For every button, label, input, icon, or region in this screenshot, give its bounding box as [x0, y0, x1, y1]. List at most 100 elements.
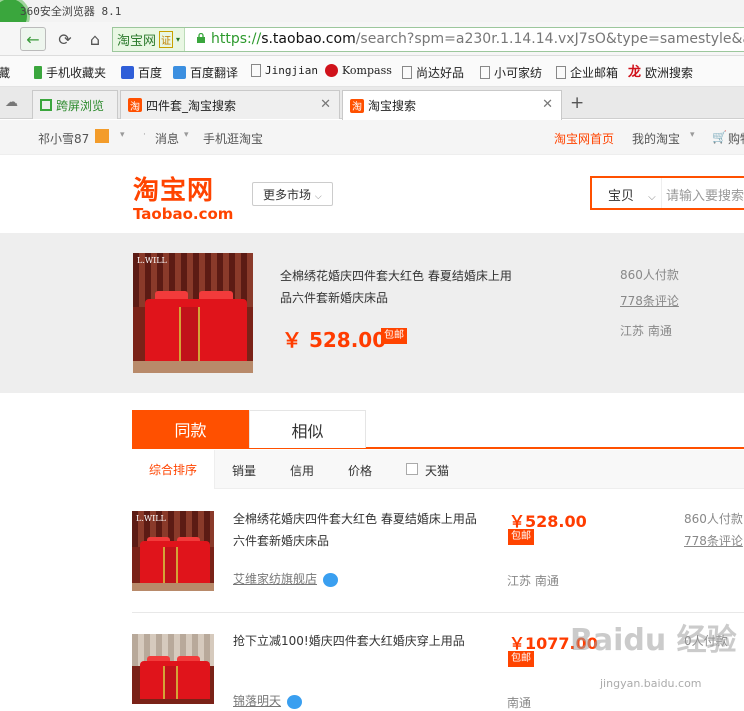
banner-product-title[interactable]: 全棉绣花婚庆四件套大红色 春夏结婚床上用品六件套新婚庆床品 — [280, 265, 520, 309]
reviews-link[interactable]: 778条评论 — [684, 532, 743, 549]
cart-link[interactable]: 购物 — [728, 130, 744, 147]
tab-label: 跨屏浏览 — [56, 98, 105, 113]
bookmark-euro-search[interactable]: 龙欧洲搜索 — [628, 64, 693, 81]
tab-four-piece-search[interactable]: 淘 四件套_淘宝搜索 ✕ — [120, 90, 340, 119]
tab-similar[interactable]: 相似 — [249, 410, 366, 448]
tab-same-style[interactable]: 同款 — [132, 410, 249, 448]
new-tab-button[interactable]: + — [570, 93, 584, 113]
bookmark-label: 百度翻译 — [190, 66, 239, 80]
arrow-left-icon: ← — [26, 29, 40, 49]
wangwang-chat-icon[interactable] — [323, 572, 339, 587]
bookmark-label: 手机收藏夹 — [46, 66, 107, 80]
sales-count: 860人付款 — [684, 512, 743, 526]
bookmark-kompass[interactable]: Kompass — [325, 64, 392, 77]
bookmark-jingjian[interactable]: Jingjian — [251, 64, 318, 77]
close-icon[interactable]: ✕ — [320, 97, 331, 112]
my-taobao-link[interactable]: 我的淘宝 — [632, 130, 680, 147]
bookmark-label: Jingjian — [265, 64, 318, 77]
back-button[interactable]: ← — [20, 27, 46, 51]
search-category-label: 宝贝 — [608, 189, 635, 204]
sort-credit-button[interactable]: 信用 — [290, 462, 314, 479]
wangwang-chat-icon[interactable] — [287, 694, 303, 709]
user-name-link[interactable]: 祁小雪87 — [38, 130, 89, 147]
image-floor — [132, 583, 214, 591]
cart-icon: 🛒 — [712, 130, 727, 144]
home-icon: ⌂ — [89, 29, 101, 49]
result-tabs: 同款 相似 — [132, 410, 744, 449]
tab-label: 淘宝搜索 — [368, 99, 417, 113]
bookmark-baidu[interactable]: 百度 — [121, 64, 162, 81]
dot-icon: · — [143, 130, 146, 140]
plus-icon: + — [570, 93, 585, 113]
chevron-down-icon: ▾ — [184, 130, 189, 140]
page-icon — [402, 66, 412, 79]
taobao-icon: 淘 — [128, 98, 142, 113]
messages-link[interactable]: 消息 — [155, 130, 179, 147]
sort-price-button[interactable]: 价格 — [348, 462, 372, 479]
bookmark-favorites[interactable]: 藏 — [0, 64, 10, 81]
more-markets-dropdown[interactable]: 更多市场 ⌵ — [252, 182, 333, 206]
url-input[interactable]: 淘宝网 证 ▾ https://s.taobao.com/search?spm=… — [112, 27, 744, 52]
site-identity-badge[interactable]: 淘宝网 证 ▾ — [113, 28, 186, 51]
bookmark-label: 欧洲搜索 — [645, 66, 694, 80]
tab-taobao-search[interactable]: 淘 淘宝搜索 ✕ — [342, 90, 562, 120]
item-location: 江苏 南通 — [507, 574, 559, 588]
refresh-button[interactable]: ⟳ — [52, 27, 78, 51]
image-stripe — [178, 307, 201, 365]
cloud-icon[interactable]: ☁ — [5, 95, 18, 110]
banner-reviews-link[interactable]: 778条评论 — [620, 292, 679, 309]
bookmark-label: 百度 — [138, 66, 163, 80]
row-divider — [132, 612, 744, 613]
bookmark-shangda[interactable]: 尚达好品 — [402, 64, 464, 81]
bookmarks-bar: 藏 手机收藏夹 百度 百度翻译 Jingjian Kompass 尚达好品 小可… — [0, 56, 744, 87]
shop-link[interactable]: 锦落明天 — [233, 692, 303, 709]
bookmark-xiaoke[interactable]: 小可家纺 — [480, 64, 542, 81]
item-location: 南通 — [507, 696, 532, 710]
refresh-icon: ⟳ — [58, 29, 72, 49]
product-image[interactable]: L.WILL — [132, 511, 214, 591]
home-button[interactable]: ⌂ — [82, 27, 108, 51]
bookmark-mobile-favorites[interactable]: 手机收藏夹 — [34, 64, 106, 81]
bookmark-enterprise-mail[interactable]: 企业邮箱 — [556, 64, 618, 81]
kompass-icon — [325, 64, 338, 77]
search-box: 宝贝 ⌵ 请输入要搜索 — [590, 176, 744, 210]
page-icon — [480, 66, 490, 79]
search-category-select[interactable]: 宝贝 ⌵ — [592, 178, 662, 208]
sort-default-button[interactable]: 综合排序 — [132, 450, 215, 489]
mobile-taobao-link[interactable]: 手机逛淘宝 — [203, 130, 263, 147]
chevron-down-icon: ⌵ — [648, 192, 656, 203]
browser-title-bar: 360安全浏览器 8.1 — [0, 0, 744, 36]
search-input[interactable]: 请输入要搜索 — [666, 185, 744, 204]
banner-location: 江苏 南通 — [620, 324, 672, 338]
bookmark-label: 藏 — [0, 66, 11, 80]
product-title[interactable]: 抢下立减100!婚庆四件套大红婚庆穿上用品 — [233, 630, 483, 652]
sort-sales-button[interactable]: 销量 — [232, 462, 256, 479]
taobao-home-link[interactable]: 淘宝网首页 — [554, 130, 614, 147]
bookmark-label: 小可家纺 — [494, 66, 543, 80]
cross-screen-icon — [40, 99, 52, 111]
product-banner — [0, 233, 744, 393]
list-item: L.WILL 全棉绣花婚庆四件套大红色 春夏结婚床上用品六件套新婚庆床品 ￥52… — [132, 508, 744, 598]
free-shipping-badge: 包邮 — [381, 328, 407, 344]
taobao-icon: 淘 — [350, 98, 364, 113]
product-title[interactable]: 全棉绣花婚庆四件套大红色 春夏结婚床上用品六件套新婚庆床品 — [233, 508, 483, 552]
close-icon[interactable]: ✕ — [542, 97, 553, 112]
page-icon — [556, 66, 566, 79]
free-shipping-badge: 包邮 — [508, 529, 534, 545]
product-image[interactable] — [132, 634, 214, 704]
tab-cross-screen[interactable]: 跨屏浏览 — [32, 90, 118, 119]
chevron-down-icon: ▾ — [690, 130, 695, 140]
url-scheme: https:// — [211, 31, 262, 47]
shop-link[interactable]: 艾维家纺旗舰店 — [233, 570, 339, 587]
certificate-icon: 证 — [159, 31, 174, 48]
shop-name: 艾维家纺旗舰店 — [233, 572, 318, 586]
tmall-checkbox[interactable] — [406, 463, 418, 475]
taobao-logo[interactable]: 淘宝网 Taobao.com — [133, 170, 233, 223]
url-host: s.taobao.com — [261, 31, 356, 47]
bookmark-baidu-translate[interactable]: 百度翻译 — [173, 64, 238, 81]
url-path: /search?spm=a230r.1.14.14.vxJ7sO&type=sa… — [355, 31, 744, 47]
watermark-url: jingyan.baidu.com — [600, 677, 702, 690]
browser-title: 360安全浏览器 8.1 — [20, 5, 122, 18]
brand-logo: L.WILL — [137, 256, 167, 265]
banner-product-image[interactable]: L.WILL — [133, 253, 253, 373]
